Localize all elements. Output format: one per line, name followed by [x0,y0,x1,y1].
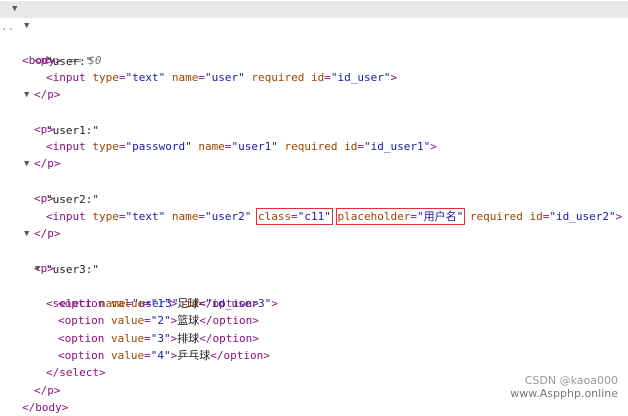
triangle-down-icon[interactable]: ▼ [24,87,29,104]
dom-node-body[interactable]: .. ▼ <body> == $0 [0,1,628,67]
triangle-down-icon[interactable]: ▼ [24,156,29,173]
dom-node-p2[interactable]: ▼ <p> [0,87,628,136]
dom-node-option[interactable]: <option value="2">篮球</option> [0,295,628,327]
dom-node-select-close[interactable]: </select> [0,347,628,379]
triangle-down-icon[interactable]: ▼ [24,18,29,35]
dom-node-input-user1[interactable]: <input type="password" name="user1" requ… [0,121,628,153]
triangle-down-icon[interactable]: ▼ [35,261,40,278]
dom-node-p1-close[interactable]: </p> [0,69,628,101]
watermark-site: www.Aspphp.online [510,387,618,400]
dom-node-p2-close[interactable]: </p> [0,138,628,170]
text-node-user1[interactable]: "user1:" [0,105,628,137]
dom-node-input-user2[interactable]: <input type="text" name="user2" class="c… [0,191,628,225]
text-node-user[interactable]: "user:" [0,36,628,68]
dom-node-p1[interactable]: ▼ <p> [0,18,628,67]
dom-node-select-user3[interactable]: ▼ <select name="user3" id="id_user3"> [0,261,628,310]
dom-node-option[interactable]: <option value="1">足球</option> [0,278,628,310]
dom-node-p4[interactable]: ▼ <p> [0,226,628,275]
dom-node-input-user[interactable]: <input type="text" name="user" required … [0,52,628,84]
dom-node-p3-close[interactable]: </p> [0,208,628,240]
text-node-user2[interactable]: "user2:" [0,174,628,206]
dom-node-p3[interactable]: ▼ <p> [0,156,628,205]
watermark-csdn: CSDN @kaoa000 [524,374,618,387]
dom-node-option[interactable]: <option value="3">排球</option> [0,313,628,345]
triangle-down-icon[interactable]: ▼ [12,1,17,18]
dom-node-option[interactable]: <option value="4">乒乓球</option> [0,330,628,362]
text-node-user3[interactable]: "user3:" [0,244,628,276]
triangle-down-icon[interactable]: ▼ [24,226,29,243]
